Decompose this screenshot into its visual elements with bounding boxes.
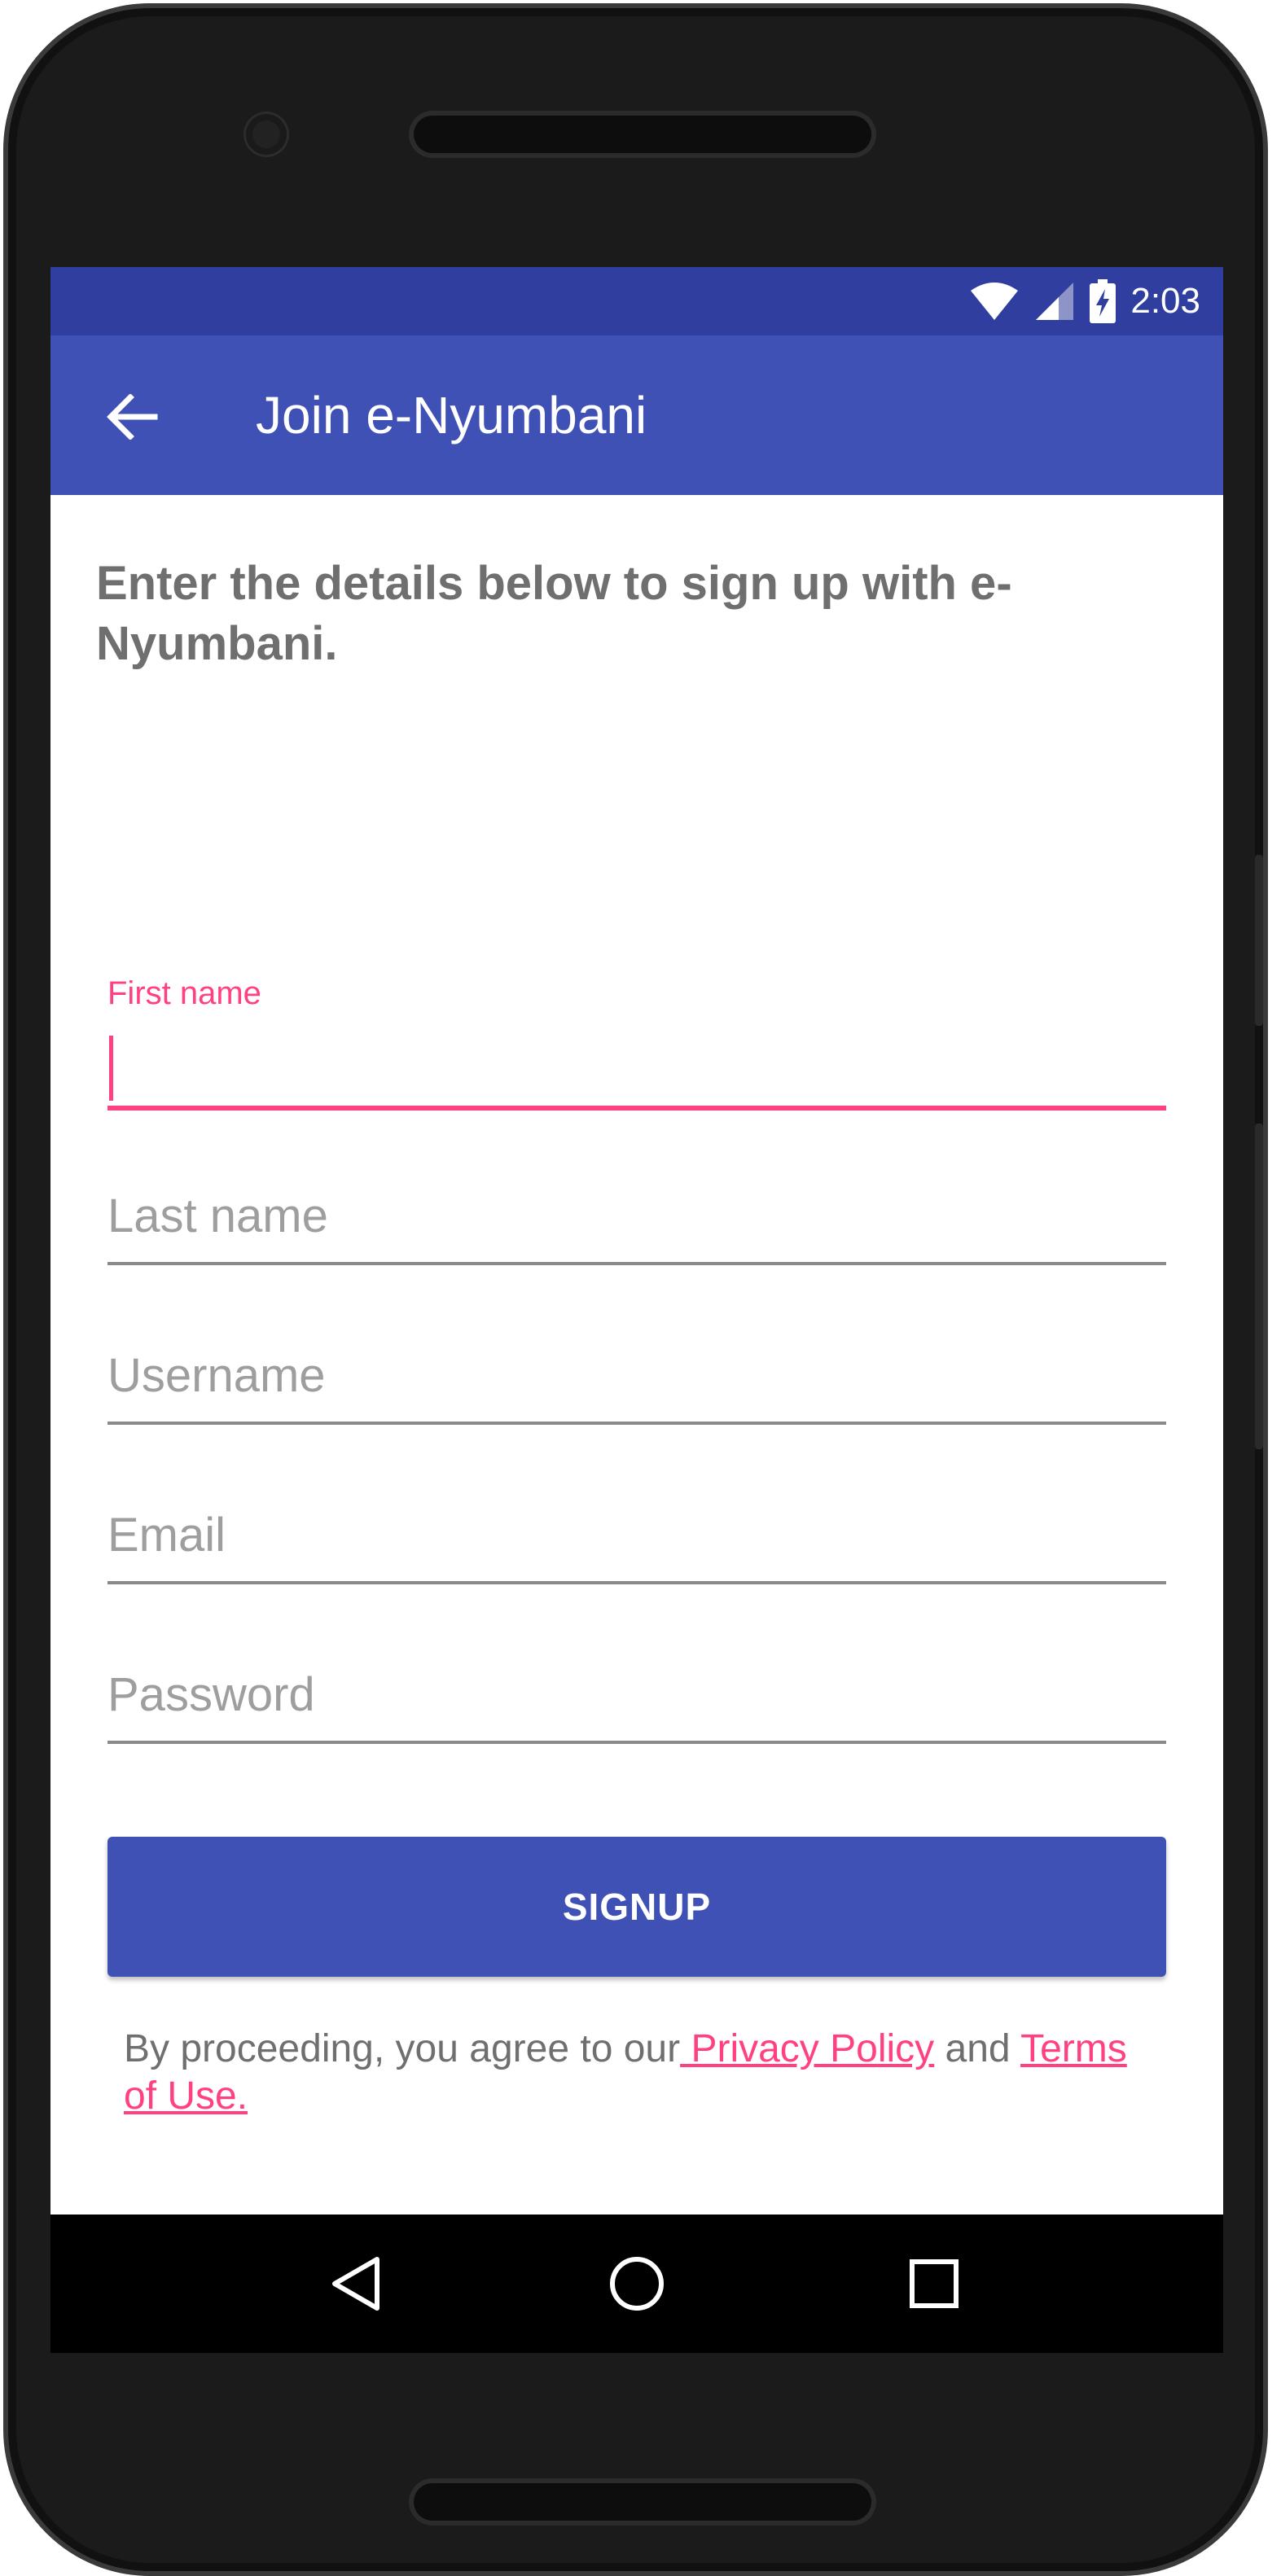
bottom-speaker: [414, 2483, 871, 2521]
last-name-underline: [107, 1262, 1166, 1265]
front-camera: [246, 114, 287, 155]
terms-prefix: By proceeding, you agree to our: [124, 2027, 681, 2070]
terms-and: and: [934, 2027, 1021, 2070]
terms-text: By proceeding, you agree to our Privacy …: [124, 2026, 1158, 2120]
password-input[interactable]: [107, 1658, 1166, 1731]
signup-button[interactable]: SIGNUP: [107, 1837, 1166, 1977]
email-underline: [107, 1581, 1166, 1584]
username-field[interactable]: [107, 1338, 1166, 1436]
last-name-input[interactable]: [107, 1179, 1166, 1252]
cellular-signal-icon: [1036, 283, 1074, 320]
navigation-bar: [50, 2215, 1223, 2353]
email-field[interactable]: [107, 1498, 1166, 1596]
status-time: 2:03: [1130, 281, 1200, 321]
username-input[interactable]: [107, 1338, 1166, 1412]
page-title: Join e-Nyumbani: [256, 386, 647, 445]
password-field[interactable]: [107, 1658, 1166, 1755]
nav-back-button[interactable]: [287, 2215, 425, 2353]
privacy-policy-link[interactable]: Privacy Policy: [680, 2027, 934, 2070]
username-underline: [107, 1422, 1166, 1425]
power-button: [1255, 1124, 1263, 1449]
arrow-back-icon: [107, 394, 158, 440]
first-name-label: First name: [107, 975, 261, 1011]
home-circle-icon: [610, 2257, 664, 2311]
first-name-input[interactable]: [107, 1031, 1166, 1104]
back-triangle-icon: [332, 2257, 379, 2311]
last-name-field[interactable]: [107, 1179, 1166, 1277]
email-input[interactable]: [107, 1498, 1166, 1571]
nav-home-button[interactable]: [568, 2215, 706, 2353]
top-speaker: [414, 116, 871, 153]
signup-form: Enter the details below to sign up with …: [50, 495, 1223, 2211]
back-button[interactable]: [83, 368, 181, 466]
battery-charging-icon: [1090, 279, 1116, 323]
password-underline: [107, 1741, 1166, 1744]
app-bar: Join e-Nyumbani: [50, 335, 1223, 495]
volume-button: [1255, 855, 1263, 1026]
intro-text: Enter the details below to sign up with …: [96, 557, 1012, 670]
device-screen: 2:03 Join e-Nyumbani Enter the details b…: [50, 267, 1223, 2353]
recents-square-icon: [910, 2259, 959, 2308]
wifi-icon: [971, 283, 1019, 320]
first-name-underline: [107, 1106, 1166, 1111]
status-bar: 2:03: [50, 267, 1223, 335]
first-name-field[interactable]: First name: [107, 975, 1166, 1122]
nav-recents-button[interactable]: [865, 2215, 1003, 2353]
